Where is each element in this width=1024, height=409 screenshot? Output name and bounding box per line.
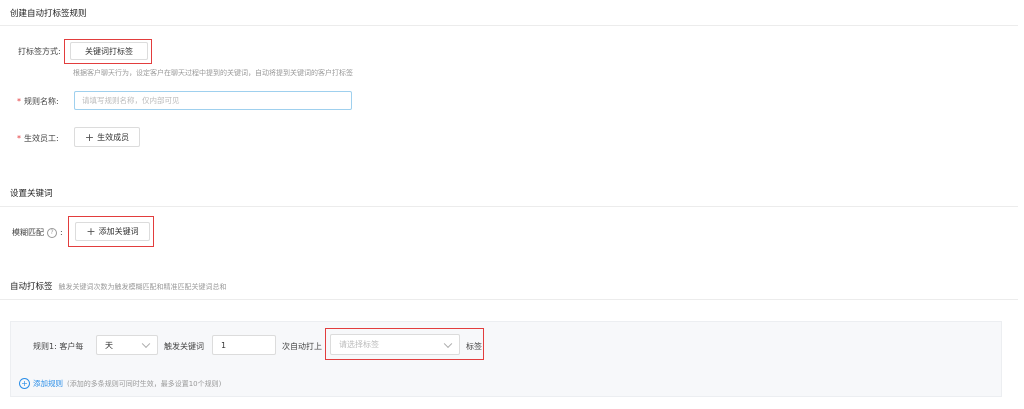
add-circle-icon[interactable]: +: [19, 378, 30, 389]
add-staff-button[interactable]: + 生效成员: [74, 127, 140, 147]
colon: :: [60, 228, 63, 237]
rule-name-input[interactable]: 请填写规则名称，仅内部可见: [74, 91, 352, 110]
add-rule-link[interactable]: 添加规则: [33, 378, 63, 389]
period-select[interactable]: 天: [96, 335, 158, 355]
highlight-box-keyword: [68, 216, 154, 247]
section-title-auto-tag: 自动打标签: [10, 282, 53, 292]
fuzzy-match-label: 模糊匹配?:: [12, 227, 63, 238]
add-rule-hint: (添加的多条规则可同时生效，最多设置10个规则): [67, 379, 222, 388]
divider: [0, 206, 1018, 207]
tag-method-label: 打标签方式:: [18, 47, 61, 56]
fuzzy-match-label-text: 模糊匹配: [12, 228, 44, 237]
divider: [0, 25, 1018, 26]
highlight-box-tag: [325, 328, 484, 360]
rule-name-label-text: 规则名称:: [24, 97, 59, 106]
auto-tag-header: 自动打标签 触发关键词次数为触发模糊匹配和精准匹配关键词总和: [10, 280, 227, 292]
add-staff-button-label: 生效成员: [97, 132, 130, 142]
required-mark: *: [17, 97, 21, 106]
divider: [0, 299, 1018, 300]
rule-prefix: 规则1: 客户每: [33, 342, 84, 351]
help-circle-icon[interactable]: ?: [47, 227, 57, 238]
plus-icon: +: [84, 130, 95, 144]
section-title-keywords: 设置关键词: [10, 189, 53, 199]
required-mark: *: [17, 134, 21, 143]
chevron-down-icon: [141, 339, 151, 349]
section-title-create-rule: 创建自动打标签规则: [10, 9, 87, 19]
rule-name-label: * 规则名称:: [17, 96, 59, 107]
tag-method-hint: 根据客户聊天行为，设定客户在聊天过程中提到的关键词，自动将提到关键词的客户打标签: [73, 69, 353, 77]
auto-text: 次自动打上: [282, 342, 322, 351]
period-value: 天: [105, 340, 113, 350]
highlight-box-method: [64, 39, 152, 64]
trigger-text: 触发关键词: [164, 342, 204, 351]
staff-label: * 生效员工:: [17, 133, 59, 144]
auto-tag-subtitle: 触发关键词次数为触发模糊匹配和精准匹配关键词总和: [58, 283, 227, 291]
add-rule-row: + 添加规则 (添加的多条规则可同时生效，最多设置10个规则): [19, 378, 221, 389]
count-input[interactable]: 1: [212, 335, 276, 355]
staff-label-text: 生效员工:: [24, 134, 59, 143]
